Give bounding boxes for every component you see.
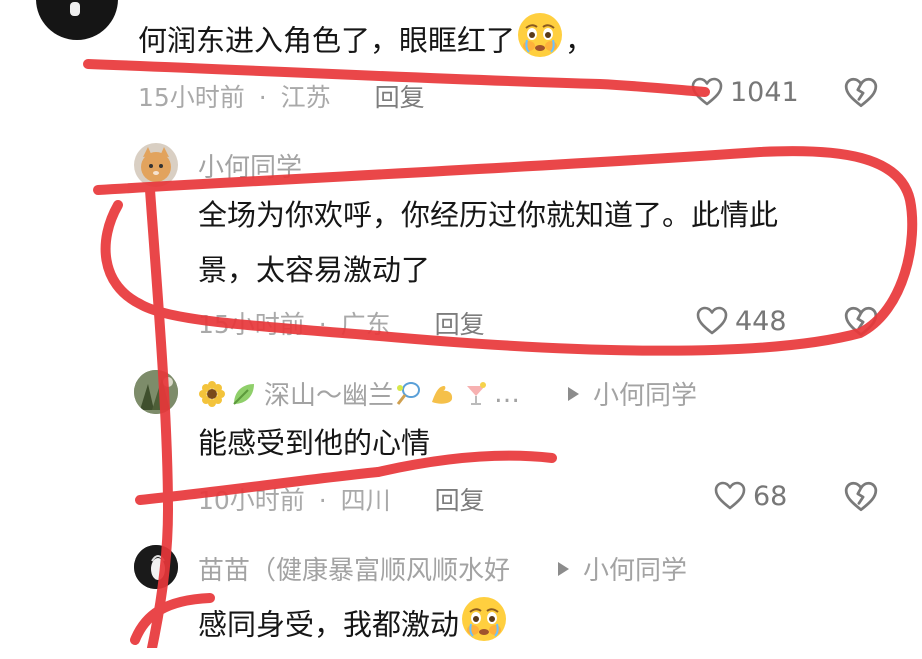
reply-button[interactable]: 回复 (375, 83, 425, 112)
location: 江苏 (280, 83, 331, 112)
avatar[interactable] (36, 0, 118, 40)
heart-icon (714, 481, 746, 510)
separator: · (318, 486, 327, 515)
reply-arrow-icon (558, 561, 570, 576)
trailing-punct: ， (565, 23, 595, 58)
dislike-button[interactable] (843, 304, 879, 344)
avatar[interactable] (134, 545, 178, 589)
cocktail-emoji-icon (462, 380, 490, 408)
timestamp: 10小时前 (198, 486, 305, 515)
broken-heart-icon (844, 481, 878, 512)
reply-to-user[interactable]: 小何同学 (583, 550, 687, 587)
location: 四川 (340, 486, 391, 515)
like-count: 1041 (730, 76, 799, 108)
dislike-button[interactable] (843, 75, 879, 115)
comment-body: 何润东进入角色了，眼眶红了 (138, 23, 516, 58)
timestamp: 15小时前 (138, 83, 245, 112)
username-ellipsis: … (494, 378, 521, 409)
like-count: 68 (753, 480, 788, 512)
broken-heart-icon (844, 306, 878, 337)
comment-meta: 15小时前 · 广东 回复 (198, 305, 485, 341)
muscle-emoji-icon (428, 380, 456, 408)
reply-arrow-icon (568, 386, 580, 401)
like-count: 448 (735, 305, 787, 337)
comment-body: 能感受到他的心情 (198, 426, 431, 460)
reply-header: 深山～幽兰 … 小何同学 (198, 375, 697, 412)
broken-heart-icon (844, 77, 878, 108)
comment-text: 全场为你欢呼，你经历过你就知道了。此情此 景，太容易激动了 (198, 190, 778, 295)
reply-button[interactable]: 回复 (435, 486, 485, 515)
leaf-emoji-icon (230, 380, 258, 408)
heart-icon (696, 306, 728, 335)
comment-meta: 15小时前 · 江苏 回复 (138, 78, 425, 114)
comment-meta: 10小时前 · 四川 回复 (198, 481, 485, 517)
reply-header: 苗苗（健康暴富顺风顺水好 小何同学 (198, 550, 758, 587)
username[interactable]: 小何同学 (198, 147, 302, 184)
comment-body: 感同身受，我都激动 (198, 607, 460, 642)
like-button[interactable]: 448 (695, 304, 787, 338)
username[interactable]: 深山～幽兰 (264, 375, 394, 412)
like-button[interactable]: 1041 (690, 75, 799, 109)
comment-body-line: 景，太容易激动了 (198, 253, 431, 287)
reply-to-user[interactable]: 小何同学 (593, 375, 697, 412)
timestamp: 15小时前 (198, 310, 305, 339)
location: 广东 (340, 310, 391, 339)
crying-emoji-icon (459, 594, 509, 659)
separator: · (258, 83, 267, 112)
comment-text: 感同身受，我都激动 (198, 594, 509, 659)
sunflower-emoji-icon (198, 380, 226, 408)
avatar[interactable] (134, 143, 178, 187)
comment-body-line: 全场为你欢呼，你经历过你就知道了。此情此 (198, 198, 779, 232)
username[interactable]: 苗苗（健康暴富顺风顺水好 (198, 550, 510, 587)
reply-button[interactable]: 回复 (435, 310, 485, 339)
heart-icon (691, 77, 723, 106)
separator: · (318, 310, 327, 339)
tennis-emoji-icon (394, 380, 422, 408)
dislike-button[interactable] (843, 479, 879, 519)
crying-emoji-icon (515, 10, 565, 75)
comment-text: 何润东进入角色了，眼眶红了 ， (138, 10, 594, 75)
like-button[interactable]: 68 (713, 479, 787, 513)
avatar[interactable] (134, 370, 178, 414)
